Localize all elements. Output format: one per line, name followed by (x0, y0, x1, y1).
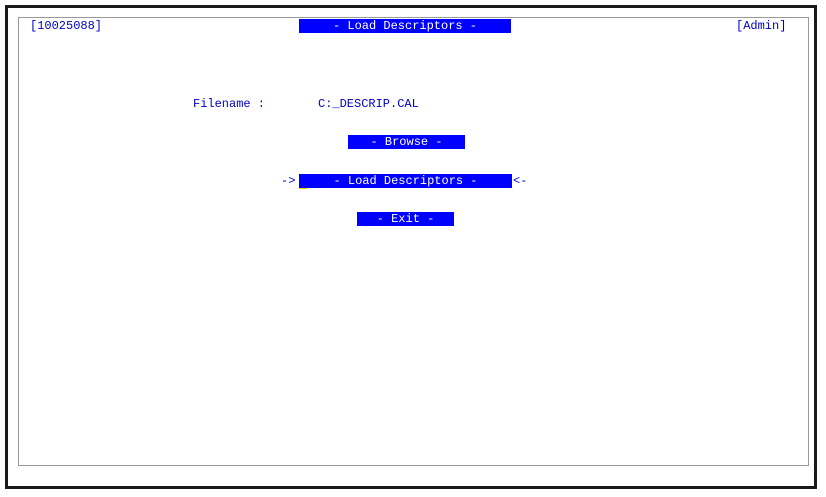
filename-label: Filename : (193, 97, 266, 111)
browse-button[interactable]: - Browse - (348, 135, 465, 149)
load-descriptors-button[interactable]: - Load Descriptors - (299, 174, 512, 188)
selection-arrow-right: <- (513, 174, 528, 188)
record-id: [10025088] (30, 19, 103, 33)
screen-title: - Load Descriptors - (299, 19, 511, 33)
exit-button[interactable]: - Exit - (357, 212, 454, 226)
terminal-screen (18, 17, 809, 466)
user-badge: [Admin] (736, 19, 787, 33)
filename-field[interactable]: C:_DESCRIP.CAL (318, 97, 419, 111)
selection-arrow-left: -> (281, 174, 296, 188)
